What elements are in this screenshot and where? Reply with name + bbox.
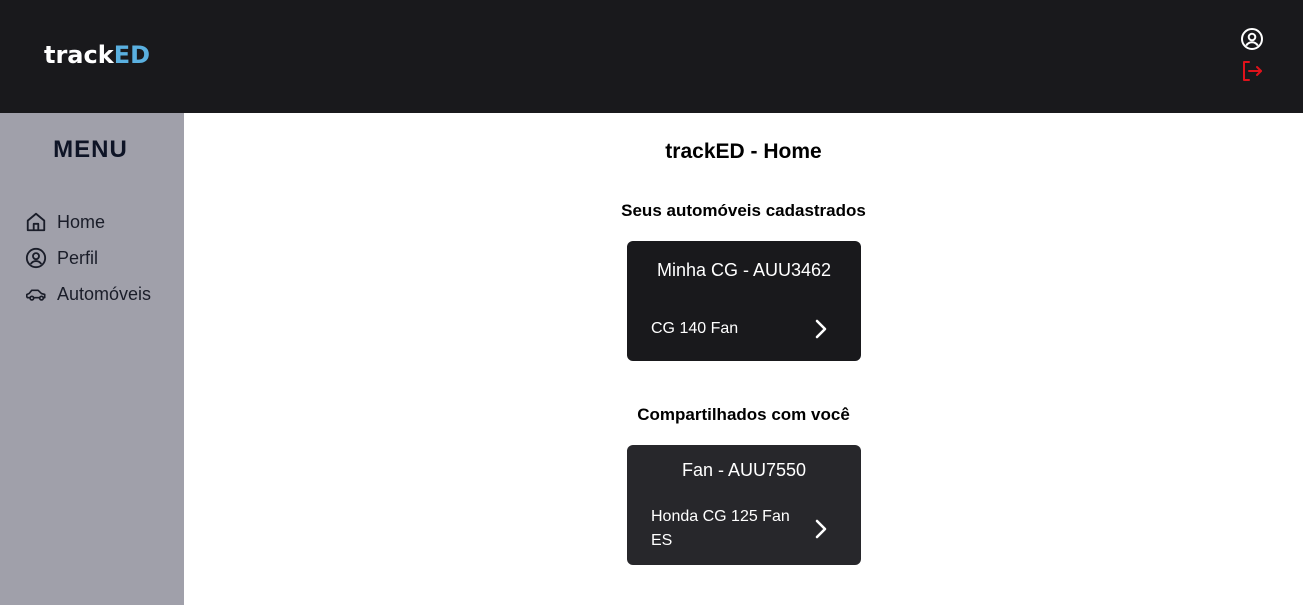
sidebar-item-label: Home	[57, 211, 106, 232]
chevron-right-icon[interactable]	[811, 517, 831, 541]
sidebar-title: MENU	[53, 136, 128, 163]
logo-text-ed: ED	[113, 41, 151, 69]
top-header: trackED	[0, 0, 1303, 113]
sidebar-item-label: Perfil	[57, 247, 99, 268]
sidebar-item-label: Automóveis	[57, 283, 152, 304]
logout-icon[interactable]	[1240, 59, 1264, 83]
vehicle-card-title: Minha CG - AUU3462	[656, 260, 832, 280]
vehicle-card-model: Honda CG 125 Fan ES	[651, 508, 790, 549]
main-content: trackED - Home Seus automóveis cadastrad…	[184, 113, 1303, 605]
shared-vehicles-heading: Compartilhados com você	[637, 405, 850, 424]
app-logo[interactable]: trackED	[44, 40, 150, 70]
vehicle-card[interactable]: Minha CG - AUU3462 CG 140 Fan	[627, 241, 861, 361]
logo-text-track: track	[44, 41, 114, 69]
sidebar-item-home[interactable]: Home	[25, 209, 105, 235]
vehicle-card-model: CG 140 Fan	[651, 320, 739, 337]
shared-vehicle-card[interactable]: Fan - AUU7550 Honda CG 125 Fan ES	[627, 445, 861, 565]
home-icon	[26, 212, 46, 232]
chevron-right-icon[interactable]	[811, 317, 831, 341]
page-title: trackED - Home	[665, 140, 822, 163]
car-icon	[26, 289, 46, 301]
owned-vehicles-heading: Seus automóveis cadastrados	[621, 201, 866, 220]
user-circle-icon	[25, 247, 47, 269]
sidebar-item-perfil[interactable]: Perfil	[25, 245, 98, 271]
sidebar-item-automoveis[interactable]: Automóveis	[25, 281, 151, 307]
vehicle-card-title: Fan - AUU7550	[681, 460, 807, 480]
sidebar: MENU Home Perfil Automóveis	[0, 113, 184, 605]
user-circle-icon[interactable]	[1240, 27, 1264, 51]
